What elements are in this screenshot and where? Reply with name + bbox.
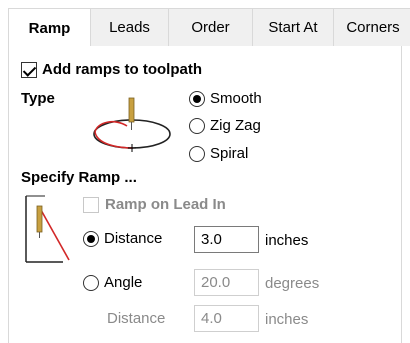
spiral-label: Spiral <box>210 145 249 162</box>
type-option-spiral[interactable]: Spiral <box>189 144 309 164</box>
ramp-profile-illustration <box>25 195 70 263</box>
distance-label: Distance <box>104 230 163 247</box>
lead-in-checkbox[interactable] <box>83 196 99 213</box>
distance-radio[interactable] <box>83 231 99 247</box>
zigzag-radio[interactable] <box>189 118 205 134</box>
tab-corners[interactable]: Corners <box>333 8 410 46</box>
distance-input[interactable]: 3.0 <box>194 226 259 253</box>
add-ramps-checkbox[interactable] <box>21 61 37 78</box>
lead-in-row[interactable]: Ramp on Lead In <box>83 196 226 213</box>
tab-bar: Ramp Leads Order Start At Corners <box>8 8 410 47</box>
type-label: Type <box>21 90 55 107</box>
add-ramps-row[interactable]: Add ramps to toolpath <box>21 61 202 78</box>
smooth-radio[interactable] <box>189 91 205 107</box>
type-option-zigzag[interactable]: Zig Zag <box>189 116 309 136</box>
tab-leads[interactable]: Leads <box>90 8 169 46</box>
angle-radio[interactable] <box>83 275 99 291</box>
ramp-panel: Add ramps to toolpath Type Smooth Zig Za… <box>8 46 402 343</box>
type-option-smooth[interactable]: Smooth <box>189 89 309 109</box>
angle-input[interactable]: 20.0 <box>194 269 259 296</box>
angle-option[interactable]: Angle <box>83 272 183 292</box>
zigzag-label: Zig Zag <box>210 117 261 134</box>
ramp-type-illustration <box>93 97 171 152</box>
add-ramps-label: Add ramps to toolpath <box>42 61 202 78</box>
distance-option[interactable]: Distance <box>83 228 193 248</box>
distance-unit: inches <box>265 232 309 249</box>
specify-ramp-heading: Specify Ramp ... <box>21 169 137 186</box>
tab-ramp[interactable]: Ramp <box>8 8 91 47</box>
lead-in-label: Ramp on Lead In <box>105 196 226 213</box>
angle-label: Angle <box>104 274 143 291</box>
tab-start-at[interactable]: Start At <box>252 8 334 46</box>
tab-order[interactable]: Order <box>168 8 253 46</box>
angle-distance-unit: inches <box>265 311 309 328</box>
spiral-radio[interactable] <box>189 146 205 162</box>
smooth-label: Smooth <box>210 90 262 107</box>
angle-distance-label: Distance <box>107 310 166 327</box>
angle-distance-input[interactable]: 4.0 <box>194 305 259 332</box>
angle-unit: degrees <box>265 275 320 292</box>
